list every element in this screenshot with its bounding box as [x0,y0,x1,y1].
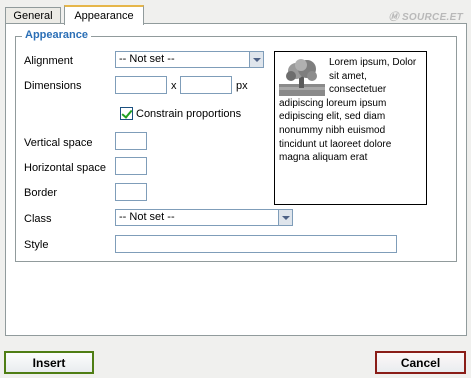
vertical-space-label: Vertical space [24,137,93,149]
horizontal-space-label: Horizontal space [24,162,106,174]
brand-logo: Ⓜ SOURCE.ET [388,12,463,23]
tab-general[interactable]: General [5,7,61,24]
tab-appearance[interactable]: Appearance [64,5,144,25]
appearance-panel: Appearance Alignment -- Not set -- Dimen… [5,23,467,336]
insert-button[interactable]: Insert [4,351,94,374]
class-select-value: -- Not set -- [119,211,175,223]
width-input[interactable] [115,76,167,94]
class-select[interactable]: -- Not set -- [115,209,293,226]
height-input[interactable] [180,76,232,94]
appearance-fieldset: Appearance Alignment -- Not set -- Dimen… [15,29,457,262]
tree-image-icon [279,58,325,96]
alignment-select[interactable]: -- Not set -- [115,51,264,68]
dimensions-label: Dimensions [24,80,82,92]
style-input[interactable] [115,235,397,253]
fieldset-legend: Appearance [22,29,91,41]
dimensions-separator: x [171,80,177,92]
border-input[interactable] [115,183,147,201]
constrain-proportions-checkbox[interactable] [120,107,133,120]
style-label: Style [24,239,49,251]
chevron-down-icon [278,210,292,225]
chevron-down-icon [249,52,263,67]
class-label: Class [24,213,52,225]
dimensions-unit: px [236,80,248,92]
constrain-proportions-label: Constrain proportions [136,108,242,120]
border-label: Border [24,187,58,199]
alignment-select-value: -- Not set -- [119,53,175,65]
image-preview: Lorem ipsum, Dolor sit amet, consectetue… [274,51,427,205]
cancel-button[interactable]: Cancel [375,351,466,374]
alignment-label: Alignment [24,55,73,67]
vertical-space-input[interactable] [115,132,147,150]
horizontal-space-input[interactable] [115,157,147,175]
